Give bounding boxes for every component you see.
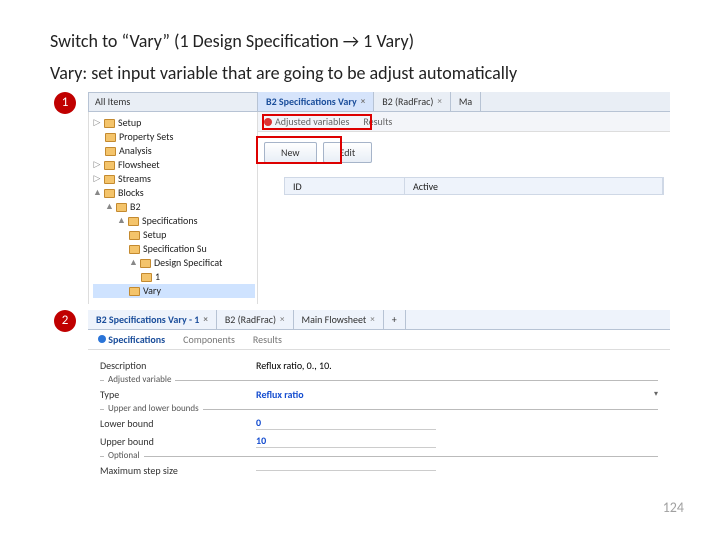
folder-icon	[105, 147, 116, 156]
folder-icon	[104, 175, 115, 184]
slide-subtitle: Vary: set input variable that are going …	[50, 62, 670, 84]
chevron-down-icon: ▾	[654, 389, 658, 399]
tree-header: All Items	[88, 92, 258, 112]
folder-icon	[129, 231, 140, 240]
subtab-bar: Adjusted variables Results	[258, 112, 670, 132]
screenshot-2: 2 B2 Specifications Vary - 1× B2 (RadFra…	[54, 310, 670, 479]
tree-item-selected[interactable]: Vary	[143, 284, 161, 298]
upper-label: Upper bound	[100, 435, 250, 448]
tree-item[interactable]: Streams	[118, 172, 151, 186]
subtab-results[interactable]: Results	[363, 115, 392, 128]
folder-icon	[128, 217, 139, 226]
close-icon[interactable]: ×	[203, 314, 207, 325]
tab-bar: B2 Specifications Vary - 1× B2 (RadFrac)…	[88, 310, 670, 330]
tree-item[interactable]: Analysis	[119, 144, 152, 158]
content-panel-1: B2 Specifications Vary× B2 (RadFrac)× Ma…	[258, 92, 670, 304]
status-icon	[264, 118, 272, 126]
screenshot-1: 1 All Items ▷Setup Property Sets Analysi…	[54, 92, 670, 304]
content-panel-2: B2 Specifications Vary - 1× B2 (RadFrac)…	[88, 310, 670, 479]
slide-title: Switch to “Vary” (1 Design Specification…	[50, 30, 670, 52]
tree-item[interactable]: Flowsheet	[118, 158, 160, 172]
description-label: Description	[100, 359, 250, 372]
tree-item[interactable]: Specifications	[142, 214, 198, 228]
tab-flowsheet[interactable]: Main Flowsheet×	[294, 310, 384, 329]
type-combo[interactable]: Reflux ratio ▾	[256, 388, 658, 401]
new-button[interactable]: New	[264, 142, 317, 163]
tree-item[interactable]: Setup	[118, 116, 141, 130]
badge-2: 2	[54, 310, 76, 332]
optional-legend: Optional	[104, 450, 144, 461]
grid-header: ID Active	[284, 177, 664, 195]
lower-label: Lower bound	[100, 417, 250, 430]
tab-vary[interactable]: B2 Specifications Vary×	[258, 92, 374, 111]
close-icon[interactable]: ×	[280, 314, 284, 325]
maxstep-label: Maximum step size	[100, 464, 250, 477]
lower-field[interactable]: 0	[256, 416, 261, 429]
tree-item[interactable]: Blocks	[118, 186, 144, 200]
col-active: Active	[405, 178, 663, 194]
adjusted-legend: Adjusted variable	[104, 374, 175, 385]
folder-icon	[104, 189, 115, 198]
tab-block[interactable]: B2 (RadFrac)×	[217, 310, 294, 329]
folder-icon	[116, 203, 127, 212]
tree-panel: All Items ▷Setup Property Sets Analysis …	[88, 92, 258, 304]
page-number: 124	[663, 499, 684, 516]
type-label: Type	[100, 388, 250, 401]
tree-item[interactable]: 1	[155, 270, 160, 284]
bounds-legend: Upper and lower bounds	[104, 403, 203, 414]
close-icon[interactable]: ×	[437, 96, 441, 107]
close-icon[interactable]: ×	[361, 96, 365, 107]
tab-add[interactable]: +	[384, 310, 406, 329]
tree-item[interactable]: Property Sets	[119, 130, 173, 144]
maxstep-field[interactable]	[256, 470, 436, 471]
tree-item[interactable]: Specification Su	[143, 242, 207, 256]
subtab-bar: Specifications Components Results	[88, 330, 670, 350]
tree-item[interactable]: B2	[130, 200, 141, 214]
upper-field[interactable]: 10	[256, 434, 266, 447]
subtab-components[interactable]: Components	[183, 333, 235, 346]
subtab-results[interactable]: Results	[253, 333, 282, 346]
folder-icon	[141, 273, 152, 282]
folder-icon	[104, 119, 115, 128]
badge-1: 1	[54, 92, 76, 114]
tree-item[interactable]: Design Specificat	[154, 256, 222, 270]
tab-more[interactable]: Ma	[451, 92, 481, 111]
folder-icon	[129, 287, 140, 296]
folder-icon	[105, 133, 116, 142]
description-field[interactable]: Reflux ratio, 0., 10.	[256, 359, 658, 372]
folder-icon	[140, 259, 151, 268]
tab-vary-1[interactable]: B2 Specifications Vary - 1×	[88, 310, 217, 329]
tab-bar: B2 Specifications Vary× B2 (RadFrac)× Ma	[258, 92, 670, 112]
tab-block[interactable]: B2 (RadFrac)×	[374, 92, 451, 111]
status-icon	[98, 335, 106, 343]
col-id: ID	[285, 178, 405, 194]
close-icon[interactable]: ×	[370, 314, 374, 325]
edit-button[interactable]: Edit	[323, 142, 373, 163]
subtab-adjusted[interactable]: Adjusted variables	[264, 115, 349, 128]
tree-item[interactable]: Setup	[143, 228, 166, 242]
folder-icon	[129, 245, 140, 254]
folder-icon	[104, 161, 115, 170]
subtab-specifications[interactable]: Specifications	[98, 333, 165, 346]
